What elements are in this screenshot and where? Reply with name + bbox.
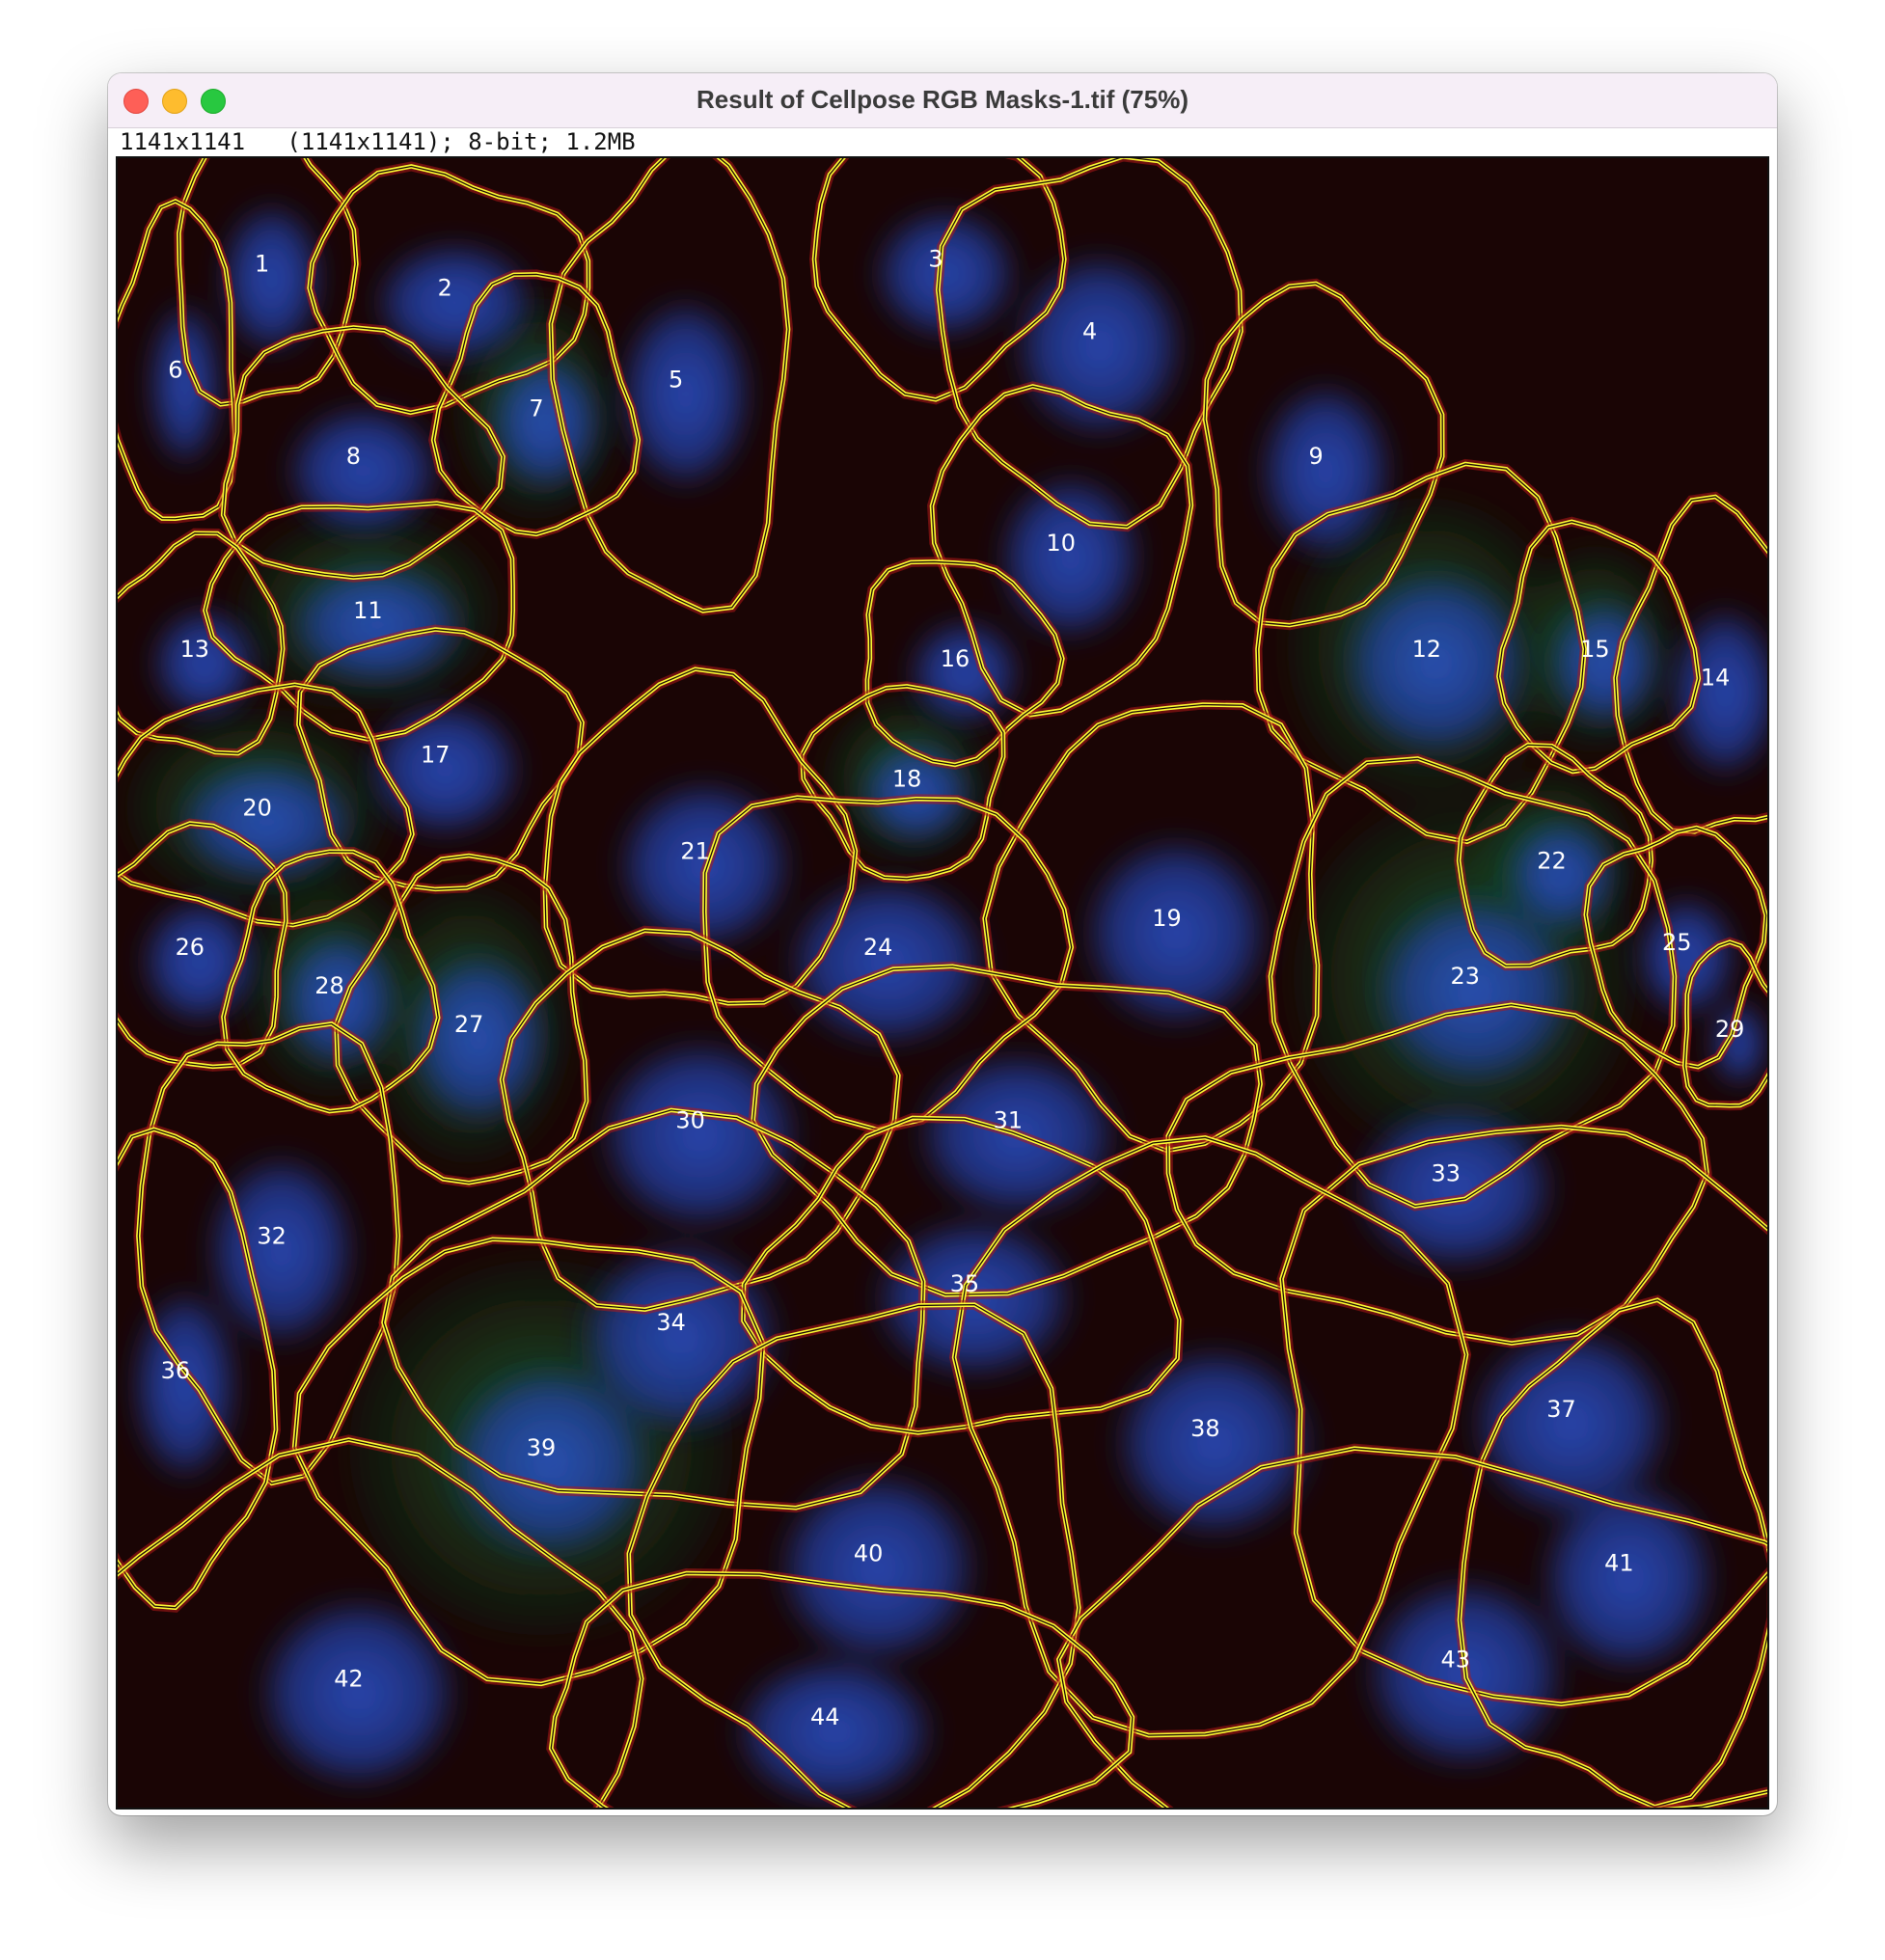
cell-label: 11	[353, 597, 382, 624]
cell-label: 4	[1082, 318, 1097, 345]
image-window: Result of Cellpose RGB Masks-1.tif (75%)…	[108, 73, 1777, 1815]
nucleus	[995, 470, 1146, 645]
cell-label: 15	[1580, 636, 1609, 663]
cell-label: 16	[941, 645, 970, 672]
cell-label: 24	[863, 934, 892, 961]
window-title: Result of Cellpose RGB Masks-1.tif (75%)	[697, 85, 1188, 114]
cell-label: 14	[1701, 665, 1730, 692]
image-info: 1141x1141 (1141x1141); 8-bit; 1.2MB	[120, 128, 636, 155]
cell-label: 9	[1308, 443, 1323, 470]
cell-label: 29	[1715, 1016, 1744, 1043]
nucleus	[1256, 378, 1395, 564]
cell-label: 21	[680, 837, 709, 864]
cell-label: 10	[1046, 530, 1075, 557]
cell-label: 20	[242, 794, 271, 821]
cell-label: 30	[675, 1107, 704, 1134]
cell-label: 7	[529, 395, 543, 422]
cell-label: 37	[1546, 1396, 1575, 1423]
cell-label: 39	[527, 1434, 556, 1461]
cell-label: 32	[257, 1222, 286, 1249]
title-bar[interactable]: Result of Cellpose RGB Masks-1.tif (75%)	[108, 73, 1777, 128]
nucleus	[907, 617, 1023, 729]
cell-label: 17	[421, 742, 450, 769]
cell-label: 35	[950, 1270, 979, 1297]
cell-label: 36	[161, 1357, 190, 1384]
cell-label: 2	[438, 275, 452, 302]
cell-label: 27	[454, 1011, 483, 1038]
cell-label: 38	[1190, 1415, 1219, 1442]
segmentation-image: 12345678 9101112131415161718192021 222324 2…	[118, 158, 1767, 1808]
cell-label: 1	[255, 251, 269, 278]
cell-label: 13	[180, 636, 209, 663]
cell-label: 23	[1450, 963, 1479, 990]
cell-label: 42	[334, 1665, 363, 1692]
cell-label: 40	[854, 1540, 883, 1567]
cell-label: 12	[1412, 636, 1441, 663]
nucleus	[282, 401, 445, 540]
cell-label: 6	[168, 356, 182, 383]
cell-label: 8	[346, 443, 361, 470]
nucleus	[370, 238, 538, 367]
cell-label: 26	[176, 934, 205, 961]
cell-label: 43	[1441, 1646, 1470, 1673]
image-canvas[interactable]: 1 2 3 4 5 6 7 8 9 10 11 12 13 14 15 16 17 18 19 20 21 22 23 24 2…	[116, 156, 1769, 1810]
cell-label: 41	[1604, 1550, 1633, 1577]
cell-label: 31	[994, 1107, 1023, 1134]
cell-label: 22	[1537, 847, 1566, 874]
cell-label: 3	[928, 246, 942, 273]
cell-label: 25	[1662, 929, 1691, 956]
nucleus	[252, 1592, 465, 1795]
cell-label: 34	[656, 1309, 685, 1336]
cell-label: 18	[892, 765, 921, 792]
cell-label: 19	[1152, 905, 1181, 932]
nucleus	[1546, 597, 1663, 730]
cell-label: 44	[810, 1703, 839, 1730]
cell-label: 5	[669, 366, 683, 393]
cell-label: 33	[1432, 1160, 1461, 1187]
cell-label: 28	[314, 972, 343, 999]
nucleus	[772, 1466, 984, 1670]
nucleus	[1078, 831, 1275, 1034]
